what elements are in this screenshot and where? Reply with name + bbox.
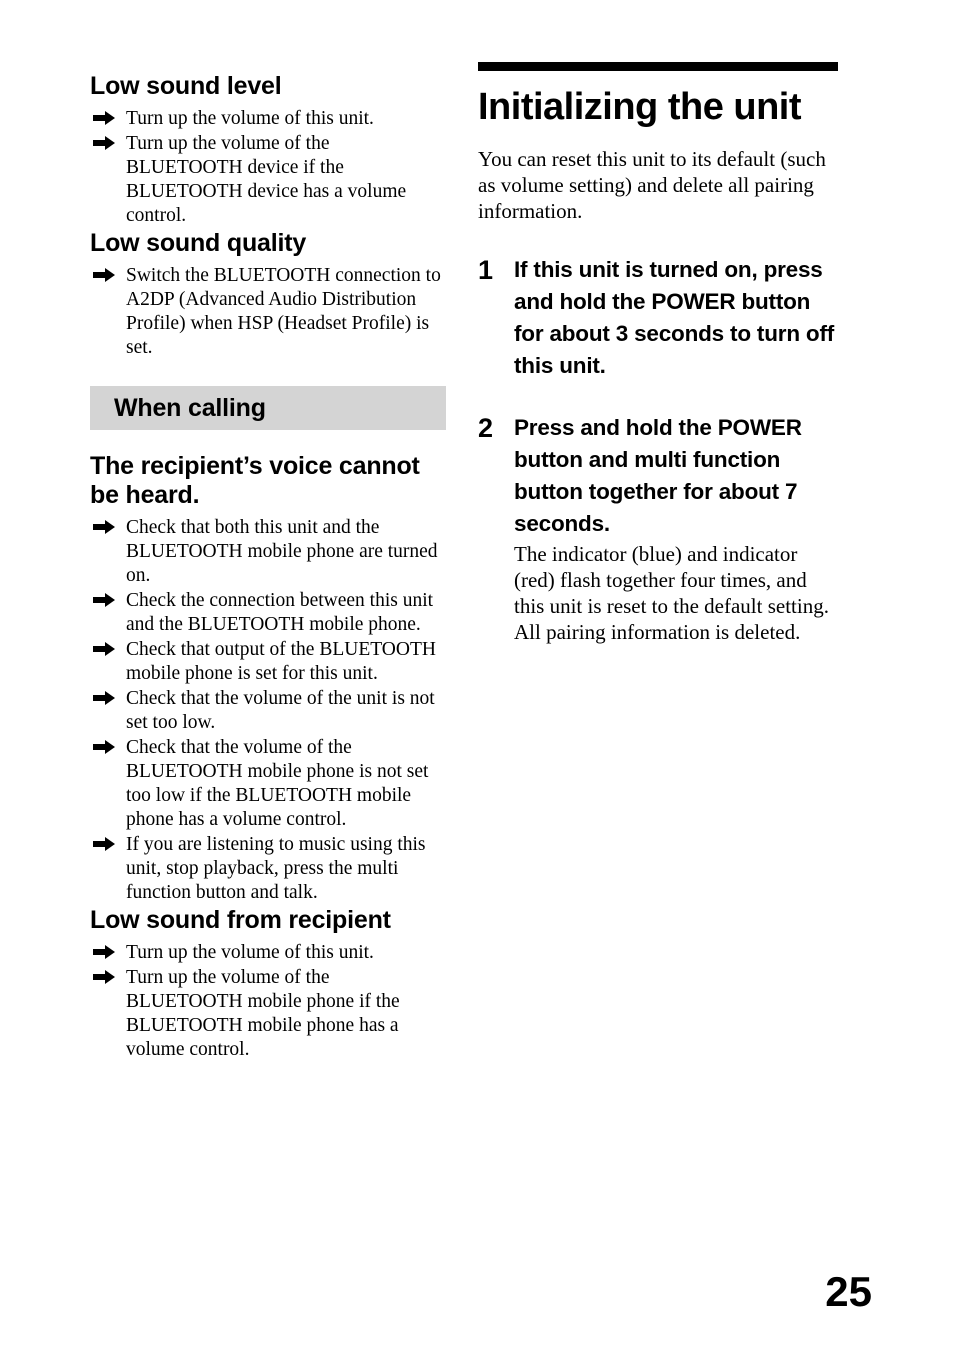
list-item-text: Switch the BLUETOOTH connection to A2DP … [126, 265, 441, 358]
arrow-icon [92, 639, 118, 659]
list-item: Check the connection between this unit a… [90, 589, 446, 637]
step-number: 2 [478, 413, 494, 443]
list-item-text: Turn up the volume of this unit. [126, 942, 374, 963]
arrow-icon [92, 265, 118, 285]
manual-page: Low sound level Turn up the volume of th… [0, 0, 954, 1345]
list-item-text: Check that both this unit and the BLUETO… [126, 517, 438, 586]
step-description: The indicator (blue) and indicator (red)… [514, 542, 829, 644]
arrow-icon [92, 590, 118, 610]
heading-low-sound-from-recipient: Low sound from recipient [90, 906, 391, 934]
list-item-text: Turn up the volume of the BLUETOOTH devi… [126, 133, 407, 226]
list-item-text: Turn up the volume of the BLUETOOTH mobi… [126, 967, 400, 1060]
page-number: 25 [825, 1268, 872, 1315]
chapter-rule [478, 62, 838, 71]
arrow-icon [92, 967, 118, 987]
arrow-icon [92, 517, 118, 537]
step-body: If this unit is turned on, press and hol… [514, 254, 838, 382]
list-recipient-voice: Check that both this unit and the BLUETO… [90, 516, 446, 905]
arrow-icon [92, 688, 118, 708]
right-column: Initializing the unit You can reset this… [478, 62, 838, 645]
chapter-title: Initializing the unit [478, 86, 802, 128]
arrow-icon [92, 737, 118, 757]
list-item: Check that output of the BLUETOOTH mobil… [90, 638, 446, 686]
list-item: If you are listening to music using this… [90, 833, 446, 905]
list-item: Check that the volume of the unit is not… [90, 687, 446, 735]
list-item-text: Check that the volume of the unit is not… [126, 688, 435, 733]
arrow-icon [92, 834, 118, 854]
list-item: Check that the volume of the BLUETOOTH m… [90, 736, 446, 832]
list-item-text: Turn up the volume of this unit. [126, 108, 374, 129]
heading-low-sound-level: Low sound level [90, 72, 282, 100]
heading-low-sound-quality: Low sound quality [90, 229, 307, 257]
list-item: Switch the BLUETOOTH connection to A2DP … [90, 264, 446, 360]
section-banner-when-calling: When calling [90, 386, 446, 430]
step-2: 2 Press and hold the POWER button and mu… [478, 412, 838, 645]
list-low-sound-level: Turn up the volume of this unit. Turn up… [90, 107, 446, 228]
arrow-icon [92, 108, 118, 128]
list-item: Turn up the volume of this unit. [90, 107, 446, 131]
list-item: Turn up the volume of the BLUETOOTH devi… [90, 132, 446, 228]
list-item: Turn up the volume of the BLUETOOTH mobi… [90, 966, 446, 1062]
step-1: 1 If this unit is turned on, press and h… [478, 254, 838, 382]
step-heading: If this unit is turned on, press and hol… [514, 257, 835, 378]
step-number: 1 [478, 255, 494, 285]
step-heading: Press and hold the POWER button and mult… [514, 415, 802, 536]
list-item-text: Check that output of the BLUETOOTH mobil… [126, 639, 436, 684]
list-item: Check that both this unit and the BLUETO… [90, 516, 446, 588]
list-item: Turn up the volume of this unit. [90, 941, 446, 965]
step-body: Press and hold the POWER button and mult… [514, 412, 838, 645]
chapter-intro: You can reset this unit to its default (… [478, 147, 826, 223]
banner-label: When calling [114, 393, 266, 422]
left-column: Low sound level Turn up the volume of th… [90, 72, 446, 1063]
list-low-sound-from-recipient: Turn up the volume of this unit. Turn up… [90, 941, 446, 1062]
arrow-icon [92, 942, 118, 962]
list-low-sound-quality: Switch the BLUETOOTH connection to A2DP … [90, 264, 446, 360]
list-item-text: Check the connection between this unit a… [126, 590, 434, 635]
list-item-text: Check that the volume of the BLUETOOTH m… [126, 737, 429, 830]
arrow-icon [92, 133, 118, 153]
list-item-text: If you are listening to music using this… [126, 834, 426, 903]
heading-recipient-voice: The recipient’s voice cannot be heard. [90, 452, 420, 509]
